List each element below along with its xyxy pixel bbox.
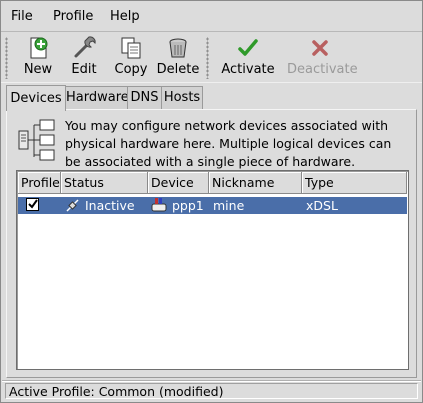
edit-button-label: Edit bbox=[71, 62, 97, 77]
toolbar: New Edit Copy Delete Activate Deactivate bbox=[1, 32, 422, 83]
info-text: You may configure network devices associ… bbox=[65, 118, 392, 169]
profile-checkbox[interactable] bbox=[26, 198, 39, 211]
menu-profile[interactable]: Profile bbox=[53, 9, 93, 24]
green-check-icon bbox=[238, 39, 258, 56]
row-status: Inactive bbox=[85, 198, 135, 213]
tab-hardware-label: Hardware bbox=[66, 90, 129, 105]
column-header-device[interactable]: Device bbox=[148, 172, 209, 194]
statusbar: Active Profile: Common (modified) bbox=[2, 380, 421, 401]
toolbar-grip[interactable] bbox=[5, 37, 8, 79]
modem-icon bbox=[151, 198, 167, 212]
column-header-status[interactable]: Status bbox=[61, 172, 148, 194]
copy-documents-icon bbox=[121, 37, 141, 59]
new-button[interactable]: New bbox=[17, 34, 59, 80]
activate-button[interactable]: Activate bbox=[220, 34, 276, 80]
deactivate-button[interactable]: Deactivate bbox=[287, 34, 358, 80]
column-header-nickname[interactable]: Nickname bbox=[209, 172, 302, 194]
tab-hardware[interactable]: Hardware bbox=[65, 86, 129, 109]
menu-profile-label: Profile bbox=[53, 9, 94, 24]
wrench-icon bbox=[74, 36, 96, 58]
column-header-type[interactable]: Type bbox=[302, 172, 407, 194]
checkmark-icon bbox=[28, 199, 38, 209]
tab-hosts-label: Hosts bbox=[163, 90, 201, 105]
column-header-profile[interactable]: Profile bbox=[18, 172, 61, 194]
menu-file[interactable]: File bbox=[11, 9, 33, 24]
row-device: ppp1 bbox=[172, 198, 204, 213]
new-button-label: New bbox=[23, 62, 53, 77]
tab-dns-label: DNS bbox=[130, 90, 159, 105]
activate-button-label: Activate bbox=[221, 62, 275, 77]
delete-button[interactable]: Delete bbox=[156, 34, 200, 80]
trash-can-icon bbox=[169, 38, 187, 58]
toolbar-grip-2[interactable] bbox=[206, 37, 209, 79]
menu-file-label: File bbox=[11, 9, 33, 24]
tab-hosts[interactable]: Hosts bbox=[161, 86, 203, 109]
table-row[interactable]: Inactive ppp1 mine xDSL bbox=[18, 197, 407, 214]
edit-button[interactable]: Edit bbox=[64, 34, 104, 80]
menubar: File Profile Help bbox=[1, 1, 422, 32]
network-config-window: File Profile Help New Edit Copy Delete A… bbox=[0, 0, 423, 403]
devices-table: Profile Status Device Nickname Type Inac… bbox=[16, 170, 409, 370]
tab-devices-label: Devices bbox=[10, 91, 62, 106]
menu-help-label: Help bbox=[110, 9, 140, 24]
tab-dns[interactable]: DNS bbox=[127, 86, 162, 109]
deactivate-button-label: Deactivate bbox=[287, 62, 358, 77]
red-x-icon bbox=[312, 40, 328, 56]
row-nickname: mine bbox=[213, 198, 245, 213]
network-devices-icon bbox=[18, 119, 55, 161]
delete-button-label: Delete bbox=[156, 62, 200, 77]
menu-help[interactable]: Help bbox=[110, 9, 140, 24]
copy-button[interactable]: Copy bbox=[111, 34, 151, 80]
status-text: Active Profile: Common (modified) bbox=[5, 383, 418, 399]
row-type: xDSL bbox=[306, 198, 338, 213]
new-document-icon bbox=[30, 37, 48, 59]
disconnected-plug-icon bbox=[66, 199, 79, 212]
copy-button-label: Copy bbox=[114, 62, 148, 77]
tab-devices[interactable]: Devices bbox=[6, 85, 66, 111]
